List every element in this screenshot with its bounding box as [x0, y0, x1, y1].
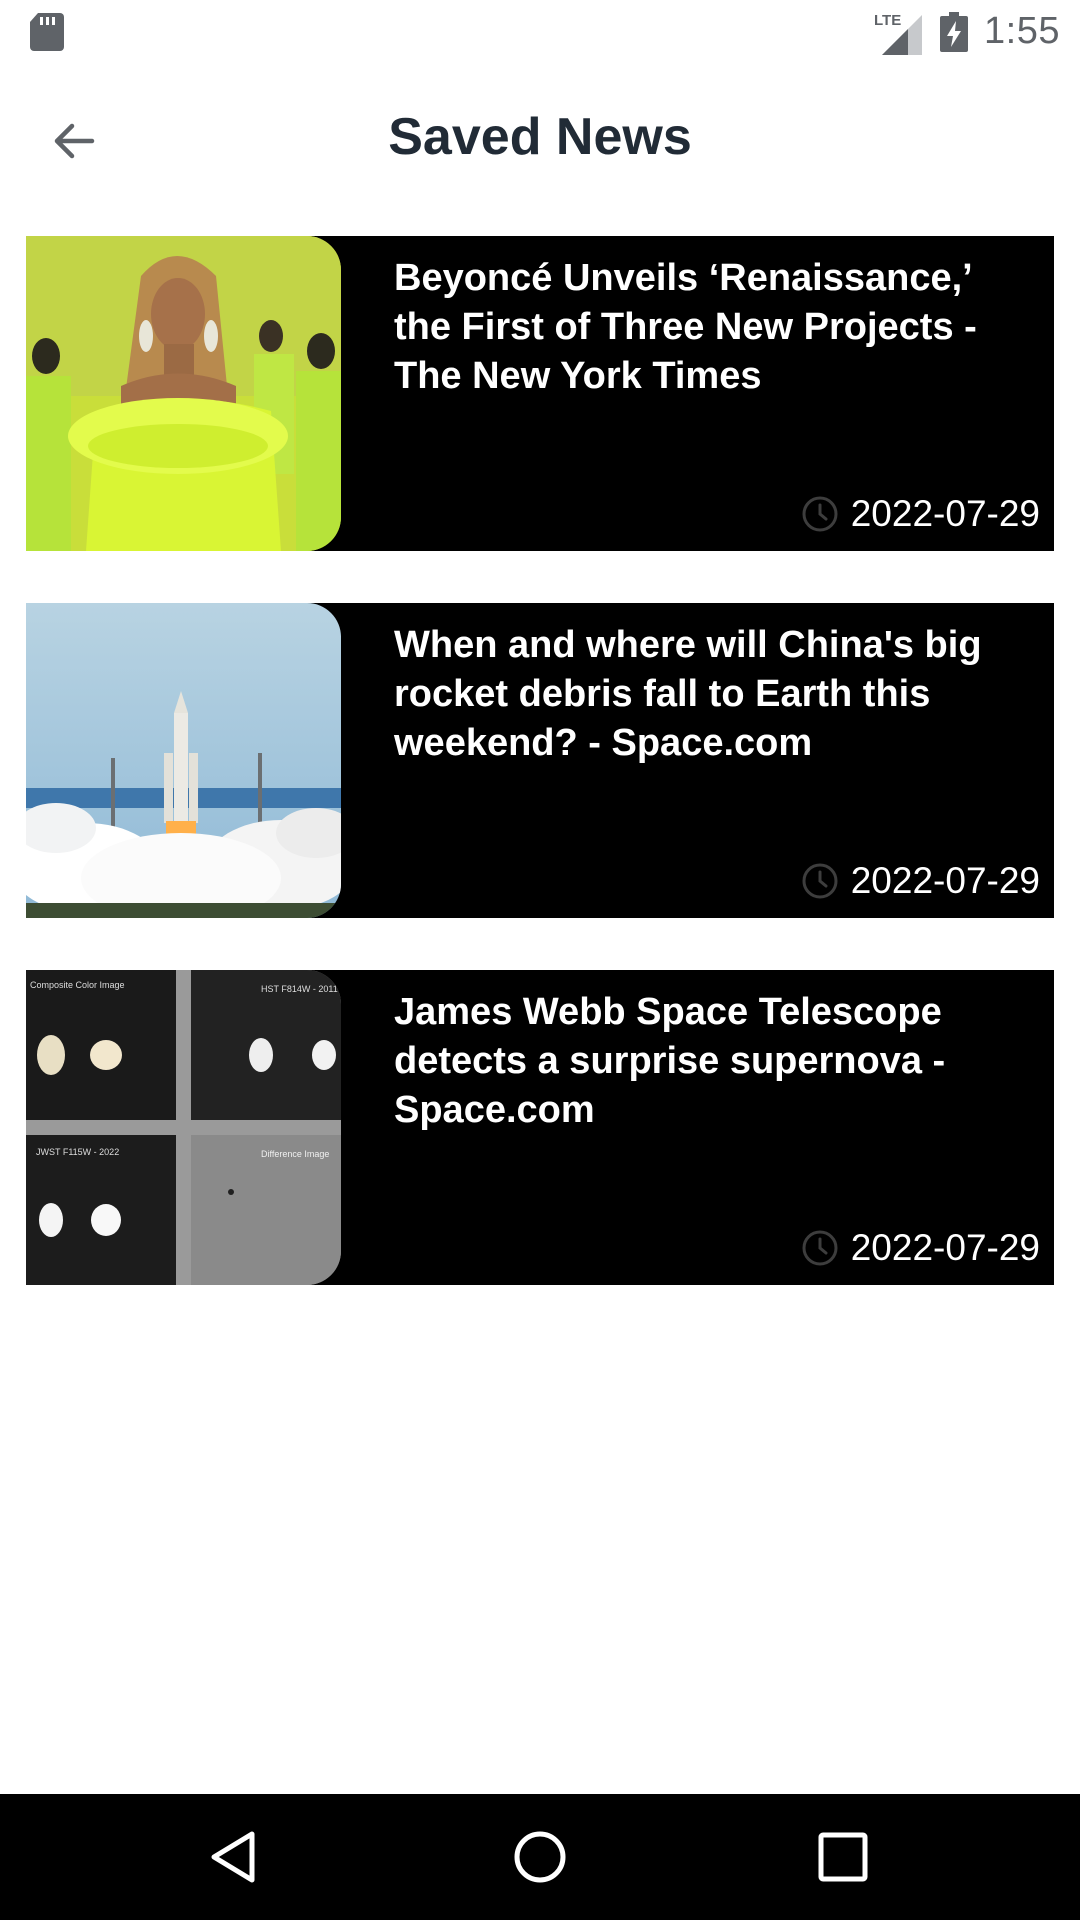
page-title: Saved News [388, 108, 692, 166]
nav-recents-icon[interactable] [808, 1822, 878, 1892]
news-thumbnail [26, 236, 341, 551]
news-title: When and where will China's big rocket d… [394, 624, 982, 764]
nav-home-icon[interactable] [505, 1822, 575, 1892]
news-date-row: 2022-07-29 [801, 493, 1040, 535]
news-date-row: 2022-07-29 [801, 1227, 1040, 1269]
status-right: LTE 1:55 [874, 0, 1060, 63]
lte-label: LTE [874, 12, 901, 29]
navigation-bar [0, 1794, 1080, 1920]
panel-label-composite: Composite Color Image [30, 980, 125, 990]
news-card[interactable]: Composite Color Image HST F814W - 2011 J… [26, 970, 1054, 1285]
news-thumbnail [26, 603, 341, 918]
news-date-row: 2022-07-29 [801, 860, 1040, 902]
news-date: 2022-07-29 [850, 860, 1040, 901]
news-card[interactable]: Beyoncé Unveils ‘Renaissance,’ the First… [26, 236, 1054, 551]
news-date: 2022-07-29 [850, 493, 1040, 534]
beyonce-photo-image [26, 236, 341, 551]
app-bar: Saved News [0, 63, 1080, 210]
battery-charging-icon [940, 11, 969, 52]
news-thumbnail: Composite Color Image HST F814W - 2011 J… [26, 970, 341, 1285]
status-time: 1:55 [984, 10, 1060, 52]
clock-icon [802, 496, 838, 532]
news-title: Beyoncé Unveils ‘Renaissance,’ the First… [394, 257, 977, 397]
saved-news-list: Beyoncé Unveils ‘Renaissance,’ the First… [26, 236, 1054, 1337]
panel-label-jwst: JWST F115W - 2022 [36, 1147, 119, 1157]
clock-icon [802, 1230, 838, 1266]
news-title: James Webb Space Telescope detects a sur… [394, 991, 946, 1131]
supernova-grid-image: Composite Color Image HST F814W - 2011 J… [26, 970, 341, 1285]
lte-signal-icon: LTE [874, 12, 923, 55]
clock-icon [802, 863, 838, 899]
sd-card-icon [30, 13, 64, 51]
nav-back-icon[interactable] [200, 1822, 270, 1892]
panel-label-hst: HST F814W - 2011 [261, 984, 338, 994]
news-date: 2022-07-29 [850, 1227, 1040, 1268]
panel-label-difference: Difference Image [261, 1149, 329, 1159]
status-bar: LTE 1:55 [0, 0, 1080, 63]
news-card[interactable]: When and where will China's big rocket d… [26, 603, 1054, 918]
rocket-launch-image [26, 603, 341, 918]
